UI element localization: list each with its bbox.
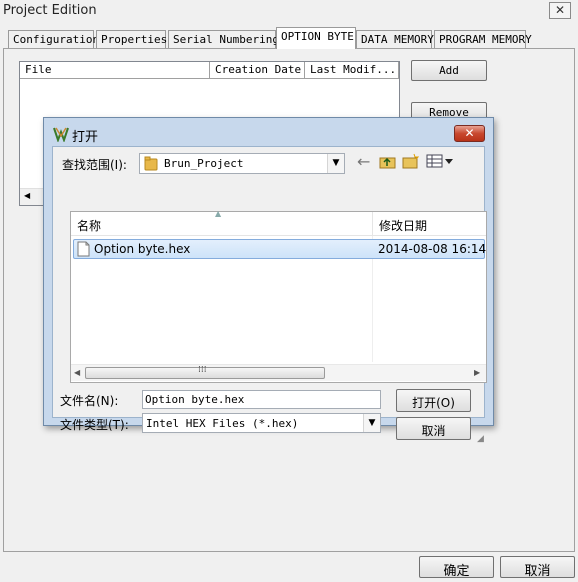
tab-label: OPTION BYTE — [281, 30, 354, 43]
tab-label: DATA MEMORY — [361, 33, 434, 46]
column-label: Last Modif... — [310, 63, 397, 76]
file-icon — [77, 241, 90, 260]
sort-up-icon: ▲ — [215, 209, 222, 218]
tab-configuration[interactable]: Configuration — [8, 30, 99, 49]
filetype-value: Intel HEX Files (*.hex) — [146, 417, 299, 430]
tab-label: Configuration — [13, 33, 100, 46]
add-button[interactable]: Add — [411, 60, 487, 81]
file-row[interactable]: Option byte.hex 2014-08-08 16:14 — [73, 239, 487, 260]
open-file-dialog: 打开 ✕ 查找范围(I): Brun_Project ▼ ← 名称 ▲ 修改日期… — [43, 117, 494, 444]
look-in-value: Brun_Project — [164, 157, 244, 170]
dialog-app-icon — [53, 126, 69, 145]
view-menu-icon[interactable] — [426, 154, 454, 171]
column-header-creation-date[interactable]: Creation Date — [210, 62, 305, 79]
folder-icon — [144, 156, 158, 174]
cancel-button-label: 取消 — [524, 564, 551, 579]
column-label: 修改日期 — [379, 219, 428, 233]
filename-input[interactable]: Option byte.hex — [142, 390, 381, 409]
ok-button-label: 确定 — [443, 564, 470, 579]
cancel-button[interactable]: 取消 — [500, 556, 575, 579]
chevron-down-icon[interactable]: ▼ — [363, 414, 380, 432]
filetype-label: 文件类型(T): — [60, 418, 129, 432]
tab-option-byte[interactable]: OPTION BYTE — [276, 27, 356, 49]
scroll-right-icon[interactable]: ▶ — [474, 368, 480, 377]
filename-label: 文件名(N): — [60, 394, 119, 408]
horizontal-scrollbar[interactable]: ◀ ⁞⁞⁞ ▶ — [71, 364, 486, 381]
tab-label: PROGRAM MEMORY — [439, 33, 532, 46]
tab-label: Properties — [101, 33, 168, 46]
scroll-left-icon[interactable]: ◀ — [24, 191, 30, 200]
dialog-body: 查找范围(I): Brun_Project ▼ ← 名称 ▲ 修改日期 Opti… — [52, 146, 487, 444]
scroll-thumb[interactable]: ⁞⁞⁞ — [85, 365, 325, 379]
column-label: 名称 — [77, 219, 102, 233]
column-header-last-modified[interactable]: Last Modif... — [305, 62, 399, 79]
add-button-label: Add — [439, 64, 459, 77]
column-header-name[interactable]: 名称 ▲ — [71, 209, 373, 236]
resize-grip-icon[interactable]: ◢ — [477, 434, 484, 444]
look-in-combo[interactable]: Brun_Project ▼ — [139, 153, 345, 174]
open-button-label: 打开(O) — [412, 396, 455, 410]
tab-data-memory[interactable]: DATA MEMORY — [356, 30, 434, 49]
close-icon: ✕ — [464, 126, 475, 140]
tab-program-memory[interactable]: PROGRAM MEMORY — [434, 30, 532, 49]
chevron-down-icon[interactable]: ▼ — [327, 154, 344, 173]
column-header-file[interactable]: File — [20, 62, 210, 79]
window-title: Project Edition — [3, 3, 97, 18]
file-browser-list[interactable]: 名称 ▲ 修改日期 Option byte.hex 2014-08-08 16:… — [70, 209, 487, 383]
look-in-label: 查找范围(I): — [62, 158, 127, 172]
filetype-select[interactable]: Intel HEX Files (*.hex) ▼ — [142, 413, 381, 433]
close-icon: ✕ — [554, 3, 566, 17]
new-folder-icon[interactable] — [402, 153, 420, 172]
tab-serial-numbering[interactable]: Serial Numbering — [168, 30, 279, 49]
column-label: File — [25, 63, 52, 76]
grip-icon: ⁞⁞⁞ — [198, 365, 207, 375]
open-button[interactable]: 打开(O) — [396, 389, 471, 412]
column-header-modified[interactable]: 修改日期 — [373, 212, 486, 236]
scroll-left-icon[interactable]: ◀ — [74, 368, 80, 377]
window-close-button[interactable]: ✕ — [549, 2, 571, 19]
dialog-cancel-button[interactable]: 取消 — [396, 417, 471, 440]
column-label: Creation Date — [215, 63, 302, 76]
dialog-cancel-button-label: 取消 — [421, 424, 446, 438]
dialog-title: 打开 — [72, 130, 99, 145]
back-arrow-icon[interactable]: ← — [357, 152, 370, 171]
file-modified: 2014-08-08 16:14 — [378, 242, 487, 256]
ok-button[interactable]: 确定 — [419, 556, 494, 579]
tab-label: Serial Numbering — [173, 33, 279, 46]
filename-value: Option byte.hex — [145, 393, 245, 406]
window-titlebar: Project Edition — [0, 0, 578, 22]
dialog-close-button[interactable]: ✕ — [454, 125, 485, 142]
tab-properties[interactable]: Properties — [96, 30, 168, 49]
up-folder-icon[interactable] — [379, 154, 396, 172]
file-name: Option byte.hex — [94, 242, 191, 256]
